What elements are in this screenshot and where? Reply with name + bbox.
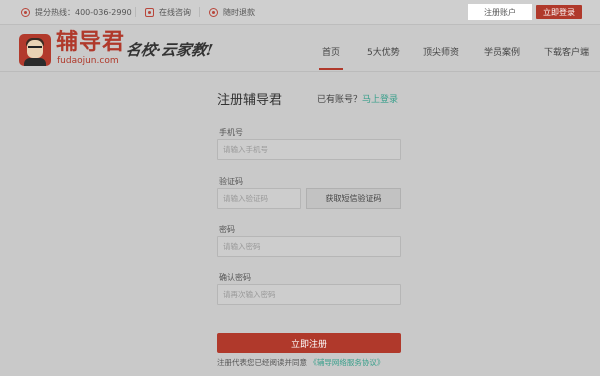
hotline-text: 提分热线：400-036-2990 [35,7,132,17]
phone-icon [21,7,30,17]
top-utility-bar: 提分热线：400-036-2990 在线咨询 随时退款 注册账户 立即登录 [0,0,600,25]
hotline: 提分热线：400-036-2990 [21,0,132,24]
brand-slogan: 名校·云家教! [124,41,215,59]
confirm-password-label: 确认密码 [219,273,251,282]
chat-icon [145,7,154,17]
agreement-notice: 注册代表您已经阅读并同意 《辅导网络服务协议》 [217,357,384,368]
refund-icon [209,7,218,17]
register-submit-button[interactable]: 立即注册 [217,333,401,353]
brand-domain: fudaojun.com [57,56,119,66]
refund-label: 随时退款 [223,7,255,17]
nav-teachers[interactable]: 顶尖师资 [423,45,459,58]
online-consult-label: 在线咨询 [159,7,191,17]
has-account-text: 已有账号？ [317,95,363,105]
nav-active-indicator [319,68,343,70]
login-now-button[interactable]: 立即登录 [536,5,582,19]
login-link[interactable]: 马上登录 [362,92,398,105]
form-title: 注册辅导君 [217,93,283,108]
agreement-link[interactable]: 《辅导网络服务协议》 [309,358,384,367]
nav-home[interactable]: 首页 [322,45,340,58]
nav-student-cases[interactable]: 学员案例 [484,45,520,58]
refund-link[interactable]: 随时退款 [209,0,255,24]
online-consult-link[interactable]: 在线咨询 [145,0,191,24]
logo-mascot-icon[interactable] [19,34,51,66]
brand-name[interactable]: 辅导君 [56,31,125,55]
nav-advantages[interactable]: 5大优势 [367,45,400,58]
nav-download-client[interactable]: 下载客户端 [544,45,589,58]
code-input[interactable]: 请输入验证码 [217,188,301,209]
phone-input[interactable]: 请输入手机号 [217,139,401,160]
password-label: 密码 [219,225,235,234]
site-header: 辅导君 fudaojun.com 名校·云家教! 首页 5大优势 顶尖师资 学员… [0,25,600,72]
password-input[interactable]: 请输入密码 [217,236,401,257]
agreement-text: 注册代表您已经阅读并同意 [217,358,307,367]
code-label: 验证码 [219,177,243,186]
divider [135,7,136,17]
get-sms-code-button[interactable]: 获取短信验证码 [306,188,401,209]
phone-label: 手机号 [219,128,243,137]
confirm-password-input[interactable]: 请再次输入密码 [217,284,401,305]
register-account-button[interactable]: 注册账户 [468,4,532,20]
divider [199,7,200,17]
